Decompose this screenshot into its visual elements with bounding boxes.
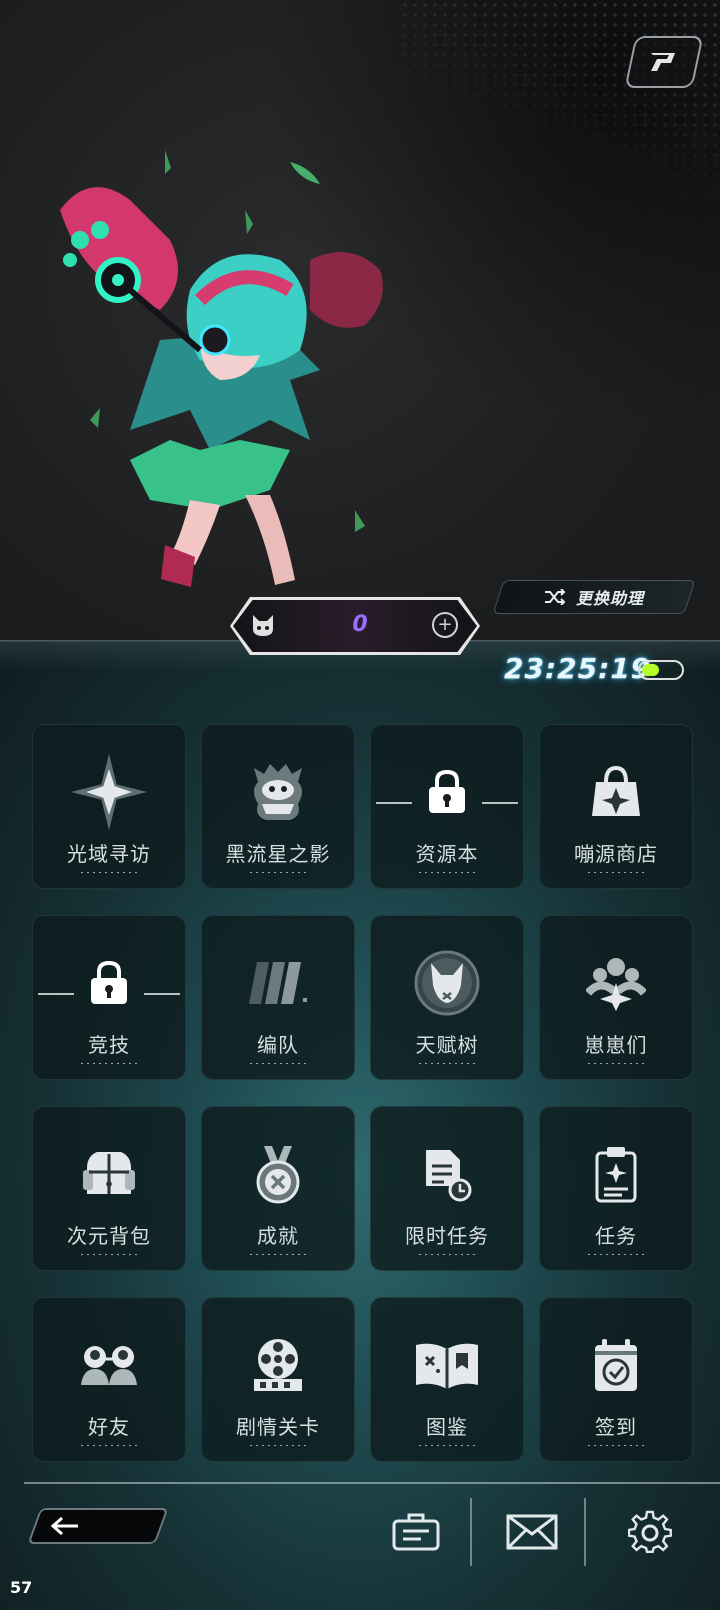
monster-icon [238,752,318,832]
menu-tile-label: 崽崽们 [584,1033,648,1057]
mail-button[interactable] [502,1502,562,1562]
shop-bag-icon [576,752,656,832]
medal-icon [238,1134,318,1214]
lock-lines [32,993,186,995]
menu-tile-subtitle [248,1062,308,1065]
lock-icon [69,943,149,1023]
back-button[interactable] [27,1508,169,1544]
menu-tile-label: 嘣源商店 [574,842,658,866]
swap-assistant-button[interactable]: 更换助理 [492,580,696,614]
swap-assistant-label: 更换助理 [575,589,644,608]
notice-button[interactable] [386,1502,446,1562]
menu-tile-label: 限时任务 [405,1224,489,1248]
menu-tile[interactable]: 次元背包 [32,1106,186,1271]
menu-tile[interactable]: 图鉴 [370,1297,524,1462]
clipboard-icon [576,1134,656,1214]
menu-tile-label: 光域寻访 [67,842,151,866]
menu-tile[interactable]: 黑流星之影 [201,724,355,889]
gear-icon [628,1510,672,1553]
menu-tile-subtitle [248,871,308,874]
menu-grid: 光域寻访 黑流星之影 资源本 嘣源商店竞技 编队 天赋树 崽崽们次元背包 成就 限时任务 任务好友… [32,724,693,1462]
menu-tile[interactable]: 剧情关卡 [201,1297,355,1462]
menu-tile-label: 天赋树 [415,1033,479,1057]
dot-pattern [400,0,720,200]
menu-tile-subtitle [248,1253,308,1256]
menu-tile-label: 任务 [595,1224,637,1248]
friends-icon [69,1325,149,1405]
open-book-icon [407,1325,487,1405]
backpack-icon [69,1134,149,1214]
arrow-left-icon [50,1516,78,1536]
plus-circle-icon[interactable]: + [432,612,458,638]
menu-tile-label: 竞技 [88,1033,130,1057]
menu-tile[interactable]: 好友 [32,1297,186,1462]
fox-emblem-icon [407,943,487,1023]
game-logo-icon [651,53,675,71]
lock-icon [407,752,487,832]
menu-tile[interactable]: 嘣源商店 [539,724,693,889]
menu-tile-subtitle [417,1444,477,1447]
divider [24,1482,720,1484]
menu-tile[interactable]: 崽崽们 [539,915,693,1080]
timed-document-icon [407,1134,487,1214]
menu-tile-label: 资源本 [415,842,479,866]
compass-star-icon [69,752,149,832]
lock-lines [370,802,524,804]
clock: 23:25:19 [504,652,652,685]
fps-counter: 57 [10,1578,33,1597]
menu-tile-subtitle [79,1062,139,1065]
battery-level [642,664,659,676]
menu-tile[interactable]: 编队 [201,915,355,1080]
menu-tile-subtitle [586,1444,646,1447]
menu-tile[interactable]: 签到 [539,1297,693,1462]
assistant-character[interactable] [40,150,420,600]
menu-tile[interactable]: 限时任务 [370,1106,524,1271]
settings-button[interactable] [620,1502,680,1562]
menu-tile-label: 黑流星之影 [225,842,331,866]
menu-tile-label: 剧情关卡 [236,1415,320,1439]
menu-tile-label: 编队 [257,1033,299,1057]
separator [470,1498,472,1566]
menu-tile-label: 好友 [88,1415,130,1439]
menu-tile-subtitle [79,1444,139,1447]
menu-tile-label: 次元背包 [67,1224,151,1248]
menu-tile[interactable]: 天赋树 [370,915,524,1080]
game-logo-button[interactable] [624,36,704,88]
menu-tile-subtitle [586,1062,646,1065]
film-reel-icon [238,1325,318,1405]
team-cards-icon [238,943,318,1023]
menu-tile-subtitle [417,1062,477,1065]
notice-board-icon [392,1513,440,1551]
group-icon [576,943,656,1023]
menu-tile-subtitle [586,1253,646,1256]
menu-tile-label: 图鉴 [426,1415,468,1439]
menu-tile[interactable]: 光域寻访 [32,724,186,889]
menu-tile-subtitle [586,871,646,874]
menu-tile-label: 签到 [595,1415,637,1439]
menu-tile-subtitle [79,871,139,874]
menu-tile-subtitle [417,1253,477,1256]
menu-tile[interactable]: 资源本 [370,724,524,889]
menu-tile-label: 成就 [257,1224,299,1248]
menu-tile[interactable]: 任务 [539,1106,693,1271]
menu-tile-subtitle [248,1444,308,1447]
currency-value: 0 [352,612,368,637]
menu-tile[interactable]: 成就 [201,1106,355,1271]
mail-icon [506,1514,558,1550]
separator [584,1498,586,1566]
battery-indicator [638,660,684,680]
shuffle-icon [544,589,566,605]
cat-head-icon [253,615,273,636]
menu-tile-subtitle [79,1253,139,1256]
menu-tile-subtitle [417,871,477,874]
calendar-check-icon [576,1325,656,1405]
menu-tile[interactable]: 竞技 [32,915,186,1080]
